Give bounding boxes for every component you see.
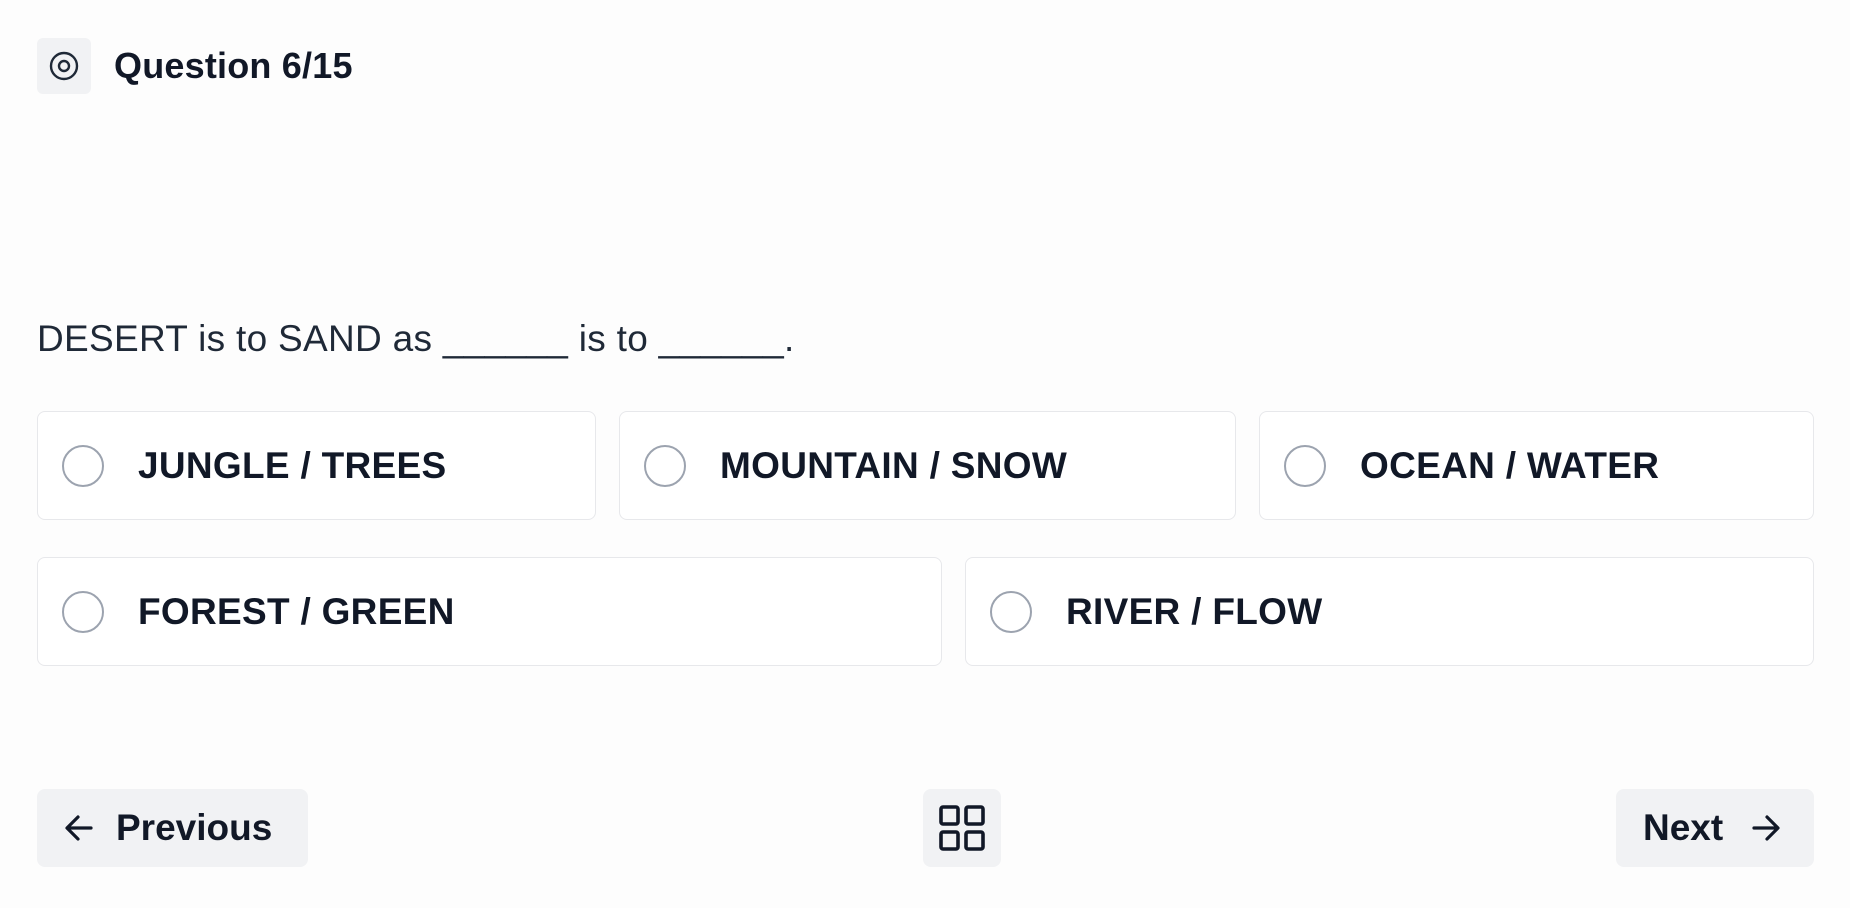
arrow-left-icon [62, 811, 96, 845]
option-jungle-trees[interactable]: JUNGLE / TREES [37, 411, 596, 520]
option-forest-green[interactable]: FOREST / GREEN [37, 557, 942, 666]
grid-icon [938, 804, 986, 852]
radio-button[interactable] [1284, 444, 1326, 487]
option-label: OCEAN / WATER [1360, 444, 1660, 486]
option-label: RIVER / FLOW [1066, 590, 1323, 632]
radio-button[interactable] [990, 590, 1032, 633]
next-button[interactable]: Next [1616, 789, 1814, 867]
radio-button[interactable] [62, 590, 104, 633]
previous-button[interactable]: Previous [37, 789, 308, 867]
option-label: MOUNTAIN / SNOW [720, 444, 1068, 486]
option-river-flow[interactable]: RIVER / FLOW [965, 557, 1814, 666]
question-grid-button[interactable] [923, 789, 1001, 867]
question-text: DESERT is to SAND as ______ is to ______… [37, 318, 795, 359]
option-label: FOREST / GREEN [138, 590, 455, 632]
option-label: JUNGLE / TREES [138, 444, 447, 486]
target-icon [37, 38, 91, 94]
next-label: Next [1643, 807, 1724, 848]
quiz-page: Question 6/15 DESERT is to SAND as _____… [0, 0, 1850, 908]
option-mountain-snow[interactable]: MOUNTAIN / SNOW [619, 411, 1236, 520]
radio-button[interactable] [644, 444, 686, 487]
radio-button[interactable] [62, 444, 104, 487]
arrow-right-icon [1749, 811, 1783, 845]
question-header: Question 6/15 [37, 38, 353, 94]
previous-label: Previous [116, 807, 273, 848]
question-counter: Question 6/15 [114, 45, 353, 86]
option-ocean-water[interactable]: OCEAN / WATER [1259, 411, 1814, 520]
